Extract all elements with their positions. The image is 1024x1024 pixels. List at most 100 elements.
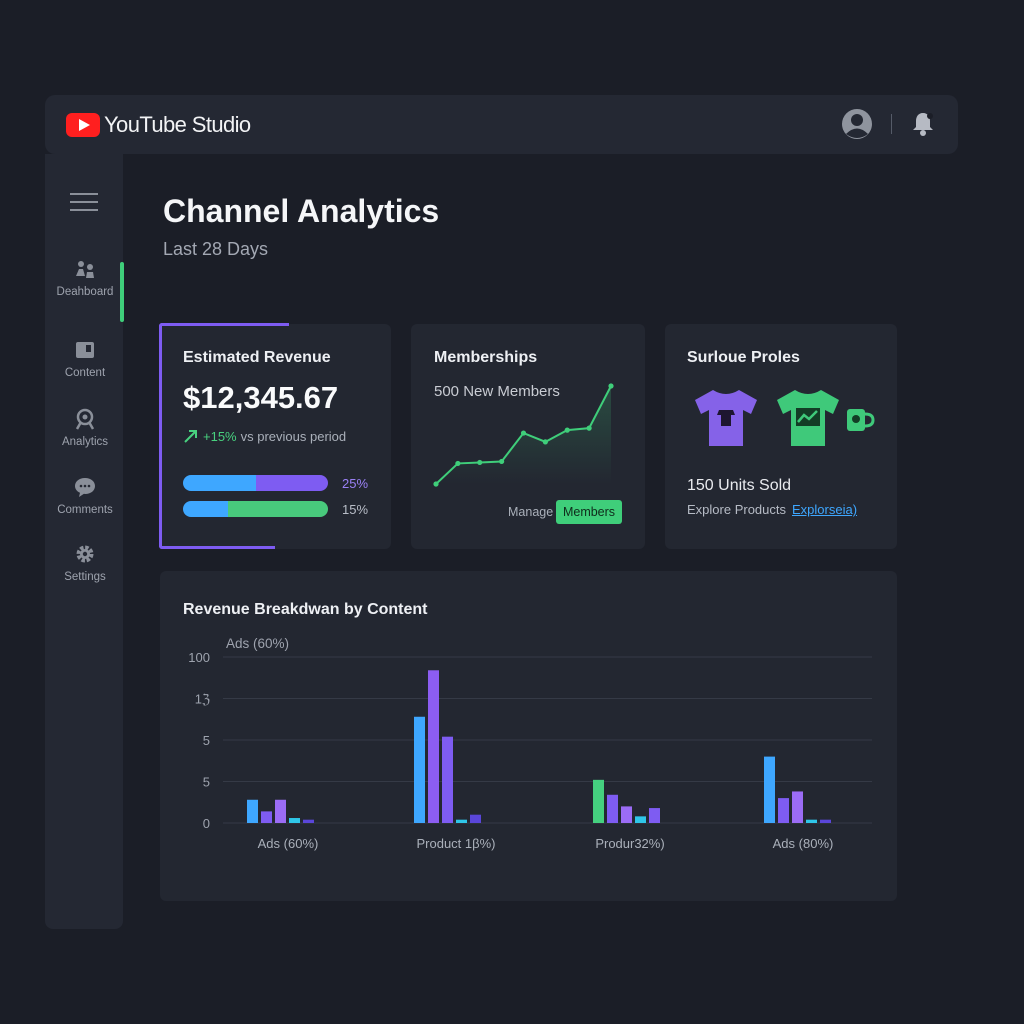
chart-bar	[247, 799, 258, 823]
trend-point	[608, 383, 614, 389]
bar-segment-fill	[255, 475, 328, 491]
chart-annotation: Ads (60%)	[226, 636, 289, 651]
card-title: Estimated Revenue	[183, 349, 331, 366]
bar-segment-blue	[183, 475, 256, 491]
y-tick-label: 5	[203, 733, 210, 748]
chart-bar	[470, 814, 481, 823]
trend-point	[455, 460, 461, 467]
revenue-split-bar	[183, 475, 328, 491]
revenue-breakdown-chart: Revenue Breakdwan by Content Ads (60%) 100…	[183, 601, 872, 851]
sidebar-item-label: Content	[64, 367, 106, 379]
manage-label: Manage	[508, 505, 554, 519]
chart-bar	[593, 779, 604, 823]
memberships-card[interactable]: Memberships 500 New Members Manage Membe…	[411, 324, 645, 549]
revenue-split-bar	[183, 501, 328, 517]
card-accent-border	[159, 546, 275, 549]
chart-bar	[607, 794, 618, 823]
units-sold: 150 Units Sold	[687, 477, 792, 494]
change-suffix: vs previous period	[240, 428, 347, 444]
analytics-icon	[75, 408, 95, 430]
bar-segment-blue	[183, 501, 228, 517]
account-circle-icon[interactable]	[841, 108, 873, 140]
notification-bell-icon[interactable]	[911, 111, 935, 137]
content-icon	[76, 342, 94, 358]
youtube-studio-logo[interactable]: YouTube Studio	[66, 112, 251, 138]
chart-bar	[414, 716, 425, 823]
app-title: YouTube Studio	[104, 112, 251, 137]
y-tick-label: 0	[203, 816, 210, 831]
chart-bar	[764, 756, 775, 823]
chart-bar	[456, 819, 467, 823]
card-title: Memberships	[434, 349, 538, 366]
active-nav-indicator	[120, 262, 124, 322]
change-percent: +15%	[203, 428, 237, 444]
trend-point	[542, 439, 548, 445]
memberships-trend-chart	[433, 383, 614, 487]
trend-point	[564, 427, 570, 433]
bar-percent-label: 25%	[342, 476, 369, 491]
x-category-label: Ads (60%)	[258, 836, 319, 851]
trend-point	[520, 430, 527, 436]
members-button[interactable]: Members	[556, 500, 622, 524]
sidebar-item-label: Comments	[57, 504, 113, 516]
comments-icon	[75, 478, 95, 497]
x-category-label: Product 1β%)	[416, 836, 495, 851]
card-accent-border	[159, 323, 289, 326]
hamburger-menu-icon[interactable]	[70, 192, 98, 212]
chart-bar	[275, 799, 286, 823]
chart-bar	[635, 816, 646, 823]
chart-bar	[820, 819, 831, 823]
green-tshirt-icon	[777, 390, 839, 446]
y-tick-label: 100	[188, 650, 210, 665]
chart-bar	[792, 791, 803, 823]
chart-bar	[778, 798, 789, 823]
revenue-value: $12,345.67	[183, 380, 339, 415]
bar-percent-label: 15%	[342, 502, 369, 517]
chart-bar	[303, 819, 314, 823]
trend-point	[477, 459, 483, 466]
mug-icon	[847, 409, 875, 431]
estimated-revenue-card[interactable]: Estimated Revenue $12,345.67 +15% vs pre…	[159, 323, 391, 549]
sidebar-item-label: Deahboard	[56, 286, 114, 298]
sidebar-item-settings[interactable]: Settings	[45, 543, 125, 583]
chart-bar	[261, 811, 272, 823]
chart-bar	[428, 670, 439, 823]
trend-point	[499, 458, 505, 465]
chart-bar	[289, 818, 300, 823]
chart-bar	[621, 806, 632, 823]
y-tick-label: 1ℨ	[195, 692, 210, 707]
chart-bar	[442, 736, 453, 823]
dashboard-icon	[76, 261, 94, 278]
purple-tshirt-icon	[695, 390, 757, 446]
card-accent-border	[159, 323, 162, 549]
explore-products-label: Explore Products	[687, 502, 786, 517]
card-title: Surloue Proles	[687, 349, 800, 366]
x-category-label: Produr32%)	[595, 836, 664, 851]
x-category-label: Ads (80%)	[773, 836, 834, 851]
revenue-change: +15% vs previous period	[183, 428, 346, 444]
bar-segment-fill	[227, 501, 328, 517]
sidebar-item-comments[interactable]: Comments	[45, 476, 125, 516]
sidebar-item-dashboard[interactable]: Deahboard	[45, 258, 125, 298]
trend-up-arrow-icon	[184, 430, 197, 443]
chart-bar	[649, 808, 660, 823]
settings-icon	[76, 545, 94, 563]
sidebar-item-label: Settings	[64, 571, 106, 583]
sidebar-item-analytics[interactable]: Analytics	[45, 408, 125, 448]
youtube-play-icon	[66, 113, 100, 137]
chart-title: Revenue Breakdwan by Content	[183, 601, 428, 618]
y-tick-label: 5	[203, 775, 210, 790]
page-title: Channel Analytics	[163, 193, 440, 229]
revenue-breakdown-card: Revenue Breakdwan by Content Ads (60%) 100…	[160, 571, 897, 901]
trend-point	[433, 481, 439, 487]
sidebar-item-label: Analytics	[61, 436, 109, 448]
trend-point	[586, 425, 592, 431]
header-divider	[891, 114, 892, 134]
chart-bar	[806, 819, 817, 823]
merch-card[interactable]: Surloue Proles 150 Units Sold Explore Pr…	[665, 324, 897, 549]
top-bar: YouTube Studio	[45, 95, 958, 154]
sidebar: Deahboard Content Analytics Comments Set…	[45, 154, 125, 929]
date-range-label: Last 28 Days	[163, 239, 269, 259]
sidebar-item-content[interactable]: Content	[45, 339, 125, 379]
explore-link[interactable]: Explorseia)	[792, 502, 857, 517]
